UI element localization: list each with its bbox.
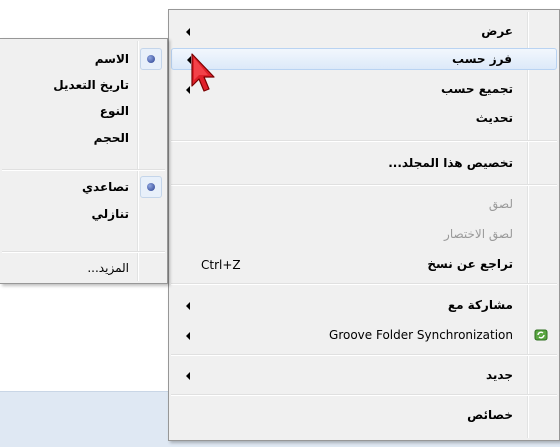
submenu-item-name[interactable]: الاسم <box>0 48 165 72</box>
sort-by-submenu: الاسم تاريخ التعديل النوع الحجم تصاعدي ت… <box>0 38 168 284</box>
menu-separator <box>171 394 557 396</box>
menu-item-label: تخصيص هذا المجلد... <box>388 156 513 170</box>
submenu-item-label: النوع <box>99 104 129 118</box>
submenu-item-date-modified[interactable]: تاريخ التعديل <box>0 74 165 98</box>
menu-item-properties[interactable]: خصائص <box>171 405 557 427</box>
menu-item-label: تحديث <box>475 111 513 125</box>
radio-check-box <box>140 176 162 198</box>
menu-separator <box>171 354 557 356</box>
radio-dot-icon <box>147 55 155 63</box>
menu-item-label: مشاركة مع <box>447 298 513 312</box>
submenu-item-more[interactable]: المزيد... <box>0 257 165 281</box>
submenu-separator <box>2 251 165 253</box>
menu-item-label: Groove Folder Synchronization <box>329 328 513 342</box>
radio-check-box <box>140 48 162 70</box>
submenu-item-ascending[interactable]: تصاعدي <box>0 176 165 200</box>
submenu-item-descending[interactable]: تنازلي <box>0 203 165 227</box>
shortcut-text: Ctrl+Z <box>201 258 241 272</box>
menu-item-view[interactable]: عرض <box>171 21 557 43</box>
submenu-item-type[interactable]: النوع <box>0 100 165 124</box>
submenu-arrow-icon <box>186 372 190 380</box>
menu-item-share-with[interactable]: مشاركة مع <box>171 295 557 317</box>
menu-item-label: لصق الاختصار <box>444 227 513 241</box>
menu-separator <box>171 184 557 186</box>
groove-sync-icon <box>534 329 548 341</box>
menu-item-groove-sync[interactable]: Groove Folder Synchronization <box>171 325 557 347</box>
menu-item-label: فرز حسب <box>452 52 512 66</box>
menu-item-label: جديد <box>485 368 513 382</box>
submenu-arrow-icon <box>186 332 190 340</box>
submenu-item-label: الحجم <box>93 131 129 145</box>
menu-item-label: عرض <box>481 24 513 38</box>
menu-item-group-by[interactable]: تجميع حسب <box>171 79 557 101</box>
submenu-arrow-icon <box>186 28 190 36</box>
menu-item-customize-folder[interactable]: تخصيص هذا المجلد... <box>171 153 557 175</box>
submenu-item-label: المزيد... <box>87 261 129 275</box>
mouse-pointer-icon <box>191 53 215 92</box>
menu-item-new[interactable]: جديد <box>171 365 557 387</box>
submenu-arrow-icon <box>186 302 190 310</box>
menu-item-label: تراجع عن نسخ <box>427 257 513 271</box>
submenu-item-label: تصاعدي <box>82 180 129 194</box>
menu-item-label: تجميع حسب <box>440 82 513 96</box>
menu-item-label: خصائص <box>467 408 513 422</box>
submenu-item-size[interactable]: الحجم <box>0 127 165 151</box>
submenu-separator <box>2 169 165 171</box>
menu-item-paste-shortcut: لصق الاختصار <box>171 224 557 246</box>
menu-item-paste: لصق <box>171 194 557 216</box>
submenu-item-label: الاسم <box>94 52 129 66</box>
submenu-item-label: تاريخ التعديل <box>53 78 129 92</box>
radio-dot-icon <box>147 183 155 191</box>
menu-separator <box>171 283 557 285</box>
menu-item-sort-by[interactable]: فرز حسب <box>171 48 557 70</box>
menu-separator <box>171 140 557 142</box>
menu-item-label: لصق <box>488 197 513 211</box>
menu-item-undo-copy[interactable]: تراجع عن نسخ Ctrl+Z <box>171 254 557 276</box>
submenu-item-label: تنازلي <box>91 207 129 221</box>
context-menu: عرض فرز حسب تجميع حسب تحديث تخصيص هذا ال… <box>168 9 560 441</box>
menu-item-refresh[interactable]: تحديث <box>171 108 557 130</box>
